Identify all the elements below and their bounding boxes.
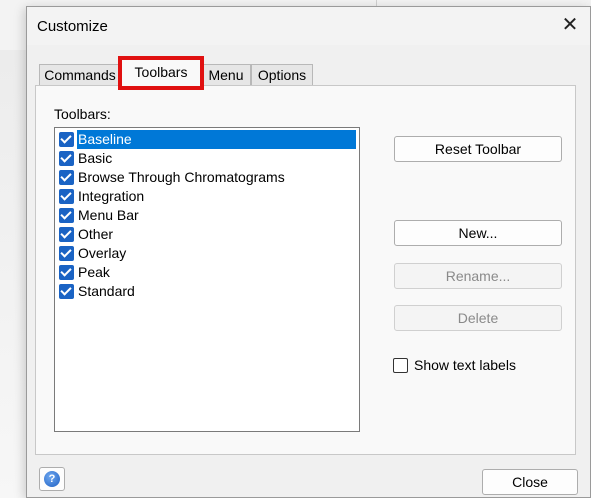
list-item[interactable]: Menu Bar [55,206,359,225]
list-item-label: Other [78,226,114,242]
list-item[interactable]: Peak [55,263,359,282]
toolbars-label: Toolbars: [54,106,111,122]
close-button[interactable]: Close [482,469,578,495]
dialog-title: Customize [37,18,108,35]
help-button[interactable]: ? [39,467,65,491]
tab-toolbars[interactable]: Toolbars [118,56,204,90]
toolbars-list[interactable]: Baseline Basic Browse Through Chromatogr… [54,127,360,432]
list-item[interactable]: Browse Through Chromatograms [55,168,359,187]
checkbox-checked[interactable] [59,227,74,242]
list-item[interactable]: Integration [55,187,359,206]
checkbox-checked[interactable] [59,284,74,299]
list-item-label: Basic [78,150,113,166]
toolbars-tab-panel: Toolbars: Baseline Basic Browse Through … [35,85,576,455]
checkbox-checked[interactable] [59,132,74,147]
checkbox-checked[interactable] [59,265,74,280]
checkbox-checked[interactable] [59,151,74,166]
list-item[interactable]: Other [55,225,359,244]
list-item-label: Overlay [78,245,127,261]
list-item-label: Standard [78,283,135,299]
tab-menu[interactable]: Menu [201,64,251,86]
list-item-label: Integration [78,188,145,204]
tab-commands[interactable]: Commands [39,64,121,86]
list-item-label: Peak [78,264,110,280]
new-toolbar-button[interactable]: New... [394,220,562,246]
close-icon[interactable]: ✕ [558,13,582,37]
show-text-labels-checkbox[interactable] [393,358,408,373]
checkbox-checked[interactable] [59,189,74,204]
checkbox-checked[interactable] [59,208,74,223]
show-text-labels-label[interactable]: Show text labels [414,357,516,373]
list-item-label: Browse Through Chromatograms [78,169,285,185]
customize-dialog: Customize ✕ Commands Toolbars Menu Optio… [26,6,591,498]
list-item[interactable]: Standard [55,282,359,301]
help-icon: ? [44,471,60,487]
dialog-titlebar: Customize ✕ [27,7,590,45]
list-item[interactable]: Overlay [55,244,359,263]
delete-toolbar-button[interactable]: Delete [394,305,562,331]
checkbox-checked[interactable] [59,246,74,261]
list-item[interactable]: Baseline [55,130,359,149]
rename-toolbar-button[interactable]: Rename... [394,263,562,289]
list-item-label: Baseline [77,130,356,149]
reset-toolbar-button[interactable]: Reset Toolbar [394,136,562,162]
checkbox-checked[interactable] [59,170,74,185]
list-item[interactable]: Basic [55,149,359,168]
tab-options[interactable]: Options [251,64,313,86]
list-item-label: Menu Bar [78,207,139,223]
